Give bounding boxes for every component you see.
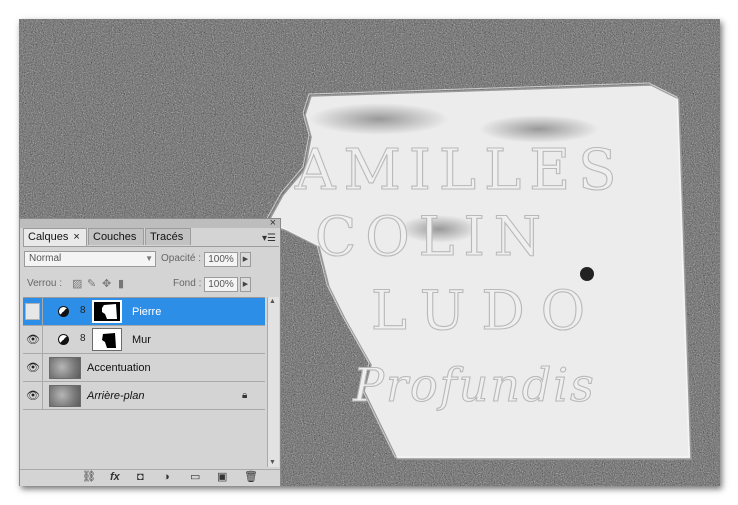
trash-icon[interactable]: 🗑︎ <box>244 471 258 484</box>
lock-icon: 🔒︎ <box>242 390 248 401</box>
panel-title-bar[interactable]: × <box>20 217 280 229</box>
scroll-up-icon[interactable]: ▲ <box>269 298 276 305</box>
eye-icon: 👁 <box>26 334 40 346</box>
layer-row-mur[interactable]: 👁 8 Mur <box>23 326 265 354</box>
tab-calques[interactable]: Calques × <box>23 228 87 246</box>
layer-thumbnail[interactable] <box>49 357 81 379</box>
eye-icon: 👁 <box>26 362 40 374</box>
chevron-down-icon: ▼ <box>145 254 153 263</box>
lock-move-icon[interactable]: ✥ <box>102 278 111 290</box>
panel-tabs: Calques × Couches Tracés <box>23 228 279 247</box>
tab-close-icon[interactable]: × <box>73 231 79 243</box>
tab-calques-label: Calques <box>28 231 69 243</box>
tab-couches-label: Couches <box>93 231 137 243</box>
layer-row-pierre[interactable]: 8 Pierre <box>23 298 265 326</box>
lock-fill-row: Verrou : ▨ ✎ ✥ ▮ Fond : 100% ▶ <box>20 275 280 295</box>
lock-brush-icon[interactable]: ✎ <box>87 278 96 290</box>
plaque-line-1: AMILLES <box>294 138 625 203</box>
new-layer-icon[interactable]: ▣ <box>217 471 227 484</box>
visibility-toggle[interactable]: 👁 <box>23 354 43 382</box>
add-mask-icon[interactable]: ◘ <box>137 471 144 484</box>
layers-panel: × Calques × Couches Tracés ▾☰ Normal ▼ O… <box>19 217 281 486</box>
layers-scrollbar[interactable]: ▲ ▼ <box>267 297 279 467</box>
opacity-field[interactable]: 100% <box>204 252 238 267</box>
fill-slider-button[interactable]: ▶ <box>240 277 251 292</box>
link-layers-icon[interactable]: ⛓ <box>82 471 96 484</box>
visibility-toggle[interactable]: 👁 <box>23 326 43 354</box>
layer-row-accentuation[interactable]: 👁 Accentuation <box>23 354 265 382</box>
lock-label: Verrou : <box>27 278 63 289</box>
fill-label: Fond : <box>173 278 202 289</box>
plaque-line-2: COLIN <box>315 205 550 268</box>
plaque-line-3: LUDO <box>371 279 601 342</box>
layer-thumbnail[interactable] <box>49 385 81 407</box>
layers-list: 8 Pierre 👁 8 Mur 👁 Accentuation 👁 Arrièr… <box>23 297 265 468</box>
layer-name-mur[interactable]: Mur <box>132 333 151 347</box>
tab-traces[interactable]: Tracés <box>145 228 191 245</box>
adjustment-layer-icon[interactable] <box>58 306 69 317</box>
fill-field[interactable]: 100% <box>204 277 238 292</box>
blend-mode-select[interactable]: Normal ▼ <box>24 251 156 267</box>
layer-mask-thumbnail[interactable] <box>92 300 122 323</box>
opacity-label: Opacité : <box>161 253 202 264</box>
blend-mode-value: Normal <box>29 253 62 264</box>
tab-traces-label: Tracés <box>150 231 184 243</box>
layer-row-arriere-plan[interactable]: 👁 Arrière-plan 🔒︎ <box>23 382 265 410</box>
new-group-folder-icon[interactable]: ▭ <box>190 471 200 484</box>
adjustment-layer-icon[interactable] <box>58 334 69 345</box>
visibility-toggle[interactable]: 👁 <box>23 382 43 410</box>
layers-footer-toolbar: ⛓ fx ◘ ◑ ▭ ▣ 🗑︎ <box>20 469 280 486</box>
plaque-line-4: Profundis <box>352 358 596 412</box>
lock-all-icon[interactable]: ▮ <box>118 278 124 290</box>
eye-icon: 👁 <box>26 390 40 402</box>
blend-opacity-row: Normal ▼ Opacité : 100% ▶ <box>20 247 280 273</box>
layer-mask-thumbnail[interactable] <box>92 328 122 351</box>
fx-icon[interactable]: fx <box>110 471 120 484</box>
layer-name-accentuation[interactable]: Accentuation <box>87 361 151 375</box>
layer-name-arriere-plan[interactable]: Arrière-plan <box>87 389 144 403</box>
visibility-toggle[interactable] <box>23 298 43 326</box>
layer-name-pierre[interactable]: Pierre <box>132 305 161 319</box>
new-adjustment-layer-icon[interactable]: ◑ <box>163 471 170 484</box>
link-chain-icon[interactable]: 8 <box>80 333 86 345</box>
opacity-slider-button[interactable]: ▶ <box>240 252 251 267</box>
lock-transparency-icon[interactable]: ▨ <box>72 278 82 290</box>
scroll-down-icon[interactable]: ▼ <box>269 459 276 466</box>
panel-menu-icon[interactable]: ▾☰ <box>262 234 276 244</box>
link-chain-icon[interactable]: 8 <box>80 305 86 317</box>
visibility-empty-box <box>25 303 40 320</box>
tab-couches[interactable]: Couches <box>88 228 144 245</box>
